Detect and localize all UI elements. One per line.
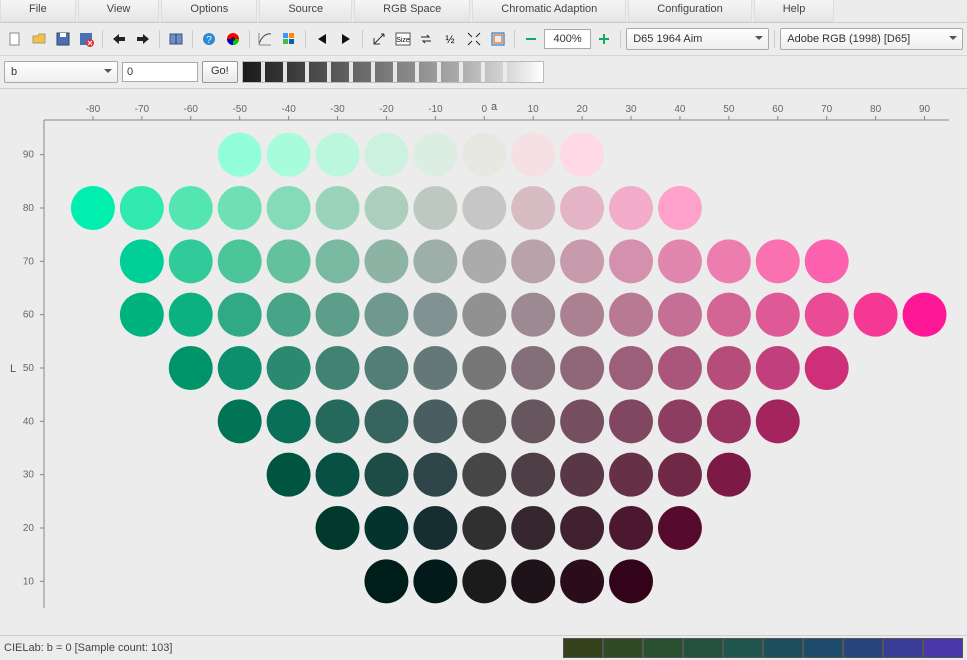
toolbar: ? Size ½ 400% D65 1964 Aim Adobe RGB (19… bbox=[0, 23, 967, 56]
svg-text:40: 40 bbox=[23, 416, 35, 427]
menu-help[interactable]: Help bbox=[754, 0, 835, 22]
resize-icon[interactable] bbox=[368, 28, 390, 50]
zoom-in-icon[interactable] bbox=[593, 28, 615, 50]
svg-text:-10: -10 bbox=[428, 104, 443, 115]
svg-text:Size: Size bbox=[396, 37, 410, 44]
svg-text:10: 10 bbox=[23, 576, 35, 587]
svg-text:-60: -60 bbox=[184, 104, 199, 115]
svg-text:a: a bbox=[491, 101, 498, 113]
palette-swatch[interactable] bbox=[683, 638, 723, 658]
menu-source[interactable]: Source bbox=[259, 0, 352, 22]
menu-rgbspace[interactable]: RGB Space bbox=[354, 0, 470, 22]
palette-swatch[interactable] bbox=[883, 638, 923, 658]
delete-icon[interactable] bbox=[76, 28, 98, 50]
palette-swatch[interactable] bbox=[763, 638, 803, 658]
svg-text:?: ? bbox=[206, 35, 212, 46]
svg-text:40: 40 bbox=[674, 104, 686, 115]
import-icon[interactable] bbox=[108, 28, 130, 50]
menu-chromatic[interactable]: Chromatic Adaption bbox=[472, 0, 626, 22]
new-icon[interactable] bbox=[4, 28, 26, 50]
go-button[interactable]: Go! bbox=[202, 61, 238, 83]
zoom-field[interactable]: 400% bbox=[544, 29, 592, 49]
save-icon[interactable] bbox=[52, 28, 74, 50]
curve-icon[interactable] bbox=[255, 28, 277, 50]
swap-icon[interactable] bbox=[416, 28, 438, 50]
svg-text:90: 90 bbox=[23, 150, 35, 161]
svg-text:-80: -80 bbox=[86, 104, 101, 115]
arrow-left-icon[interactable] bbox=[311, 28, 333, 50]
svg-text:70: 70 bbox=[23, 256, 35, 267]
menu-file[interactable]: File bbox=[0, 0, 76, 22]
svg-text:20: 20 bbox=[23, 523, 35, 534]
svg-text:L: L bbox=[10, 363, 16, 375]
svg-text:50: 50 bbox=[23, 363, 35, 374]
menu-view[interactable]: View bbox=[78, 0, 160, 22]
palette-swatch[interactable] bbox=[563, 638, 603, 658]
gamut-icon[interactable] bbox=[487, 28, 509, 50]
info-icon[interactable]: ? bbox=[198, 28, 220, 50]
arrow-right-icon[interactable] bbox=[335, 28, 357, 50]
svg-text:60: 60 bbox=[772, 104, 784, 115]
svg-text:80: 80 bbox=[23, 203, 35, 214]
svg-text:-50: -50 bbox=[232, 104, 247, 115]
lab-scatter-plot: -80 -70 -60 -50 -40 -30 -20 -10 0 10 20 30 40 50 60 70 8… bbox=[0, 98, 967, 632]
menu-options[interactable]: Options bbox=[161, 0, 257, 22]
svg-text:½: ½ bbox=[446, 34, 455, 46]
svg-text:30: 30 bbox=[23, 470, 35, 481]
svg-text:60: 60 bbox=[23, 310, 35, 321]
svg-text:70: 70 bbox=[821, 104, 833, 115]
status-text: CIELab: b = 0 [Sample count: 103] bbox=[4, 642, 172, 654]
controlbar: b 0 Go! bbox=[0, 56, 967, 89]
svg-text:90: 90 bbox=[919, 104, 931, 115]
svg-text:20: 20 bbox=[577, 104, 589, 115]
menu-config[interactable]: Configuration bbox=[628, 0, 751, 22]
svg-text:0: 0 bbox=[481, 104, 487, 115]
open-icon[interactable] bbox=[28, 28, 50, 50]
palette-swatches bbox=[563, 638, 963, 658]
svg-text:50: 50 bbox=[723, 104, 735, 115]
svg-text:-30: -30 bbox=[330, 104, 345, 115]
statusbar: CIELab: b = 0 [Sample count: 103] bbox=[0, 635, 967, 660]
svg-text:-20: -20 bbox=[379, 104, 394, 115]
gradient-strip[interactable] bbox=[242, 61, 544, 83]
palette-swatch[interactable] bbox=[643, 638, 683, 658]
svg-text:-40: -40 bbox=[281, 104, 296, 115]
swatch-icon[interactable] bbox=[278, 28, 300, 50]
svg-text:10: 10 bbox=[528, 104, 540, 115]
axis-select[interactable]: b bbox=[4, 61, 118, 83]
half-icon[interactable]: ½ bbox=[439, 28, 461, 50]
svg-text:-70: -70 bbox=[135, 104, 150, 115]
palette-swatch[interactable] bbox=[843, 638, 883, 658]
palette-swatch[interactable] bbox=[603, 638, 643, 658]
illuminant-select[interactable]: D65 1964 Aim bbox=[626, 28, 769, 50]
menubar: File View Options Source RGB Space Chrom… bbox=[0, 0, 967, 23]
book-icon[interactable] bbox=[165, 28, 187, 50]
zoom-out-icon[interactable] bbox=[520, 28, 542, 50]
expand-icon[interactable] bbox=[463, 28, 485, 50]
svg-text:80: 80 bbox=[870, 104, 882, 115]
svg-text:30: 30 bbox=[625, 104, 637, 115]
chart-area: -80 -70 -60 -50 -40 -30 -20 -10 0 10 20 30 40 50 60 70 8… bbox=[0, 98, 967, 632]
palette-swatch[interactable] bbox=[923, 638, 963, 658]
rgb-space-select[interactable]: Adobe RGB (1998) [D65] bbox=[780, 28, 963, 50]
export-icon[interactable] bbox=[132, 28, 154, 50]
palette-swatch[interactable] bbox=[803, 638, 843, 658]
color-wheel-icon[interactable] bbox=[222, 28, 244, 50]
size-icon[interactable]: Size bbox=[392, 28, 414, 50]
axis-value-field[interactable]: 0 bbox=[122, 62, 198, 82]
palette-swatch[interactable] bbox=[723, 638, 763, 658]
